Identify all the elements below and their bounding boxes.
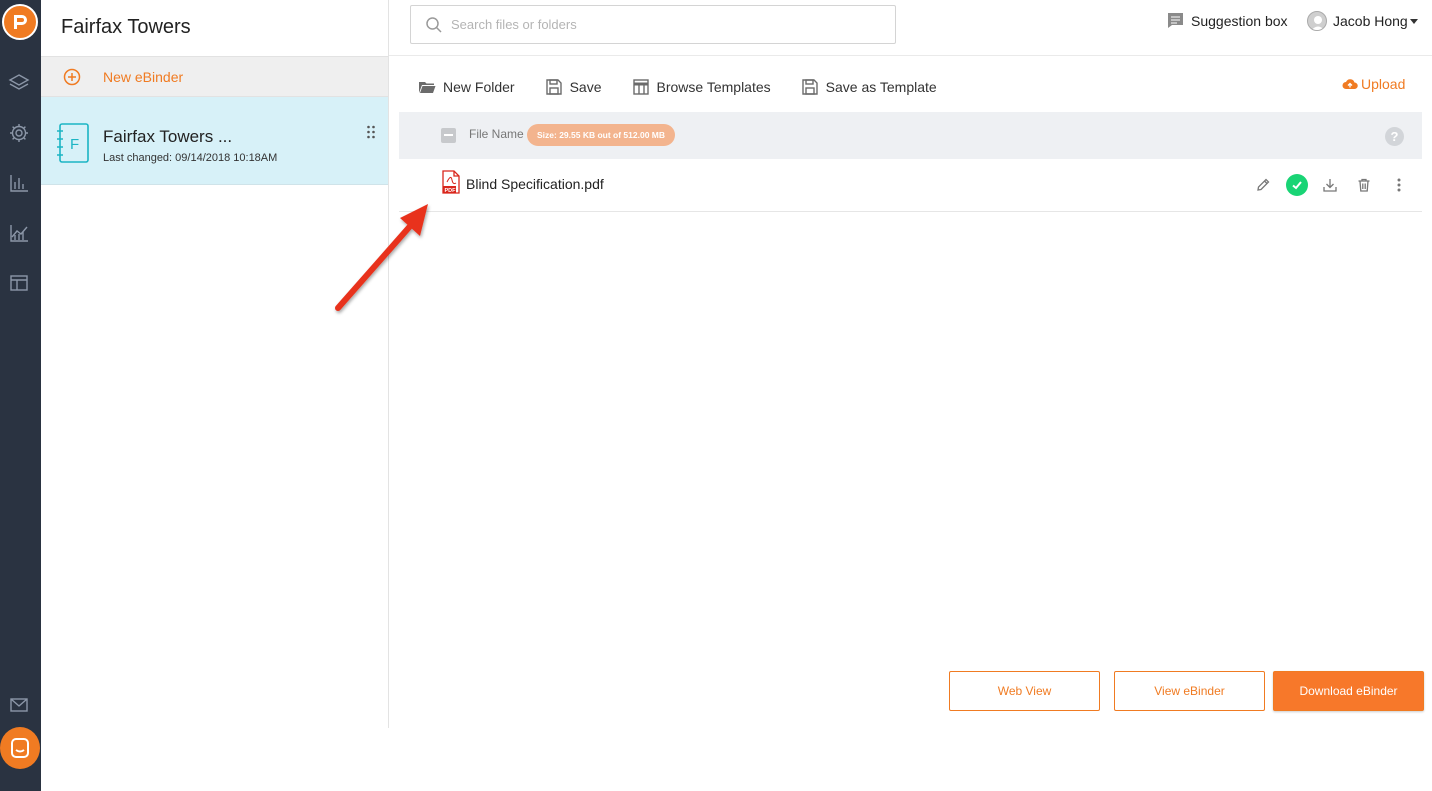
bar-chart-icon[interactable] <box>8 172 30 194</box>
binder-item-selected[interactable]: F Fairfax Towers ... Last changed: 09/14… <box>41 97 388 185</box>
pdf-icon: PDF <box>442 170 460 194</box>
area-chart-icon[interactable] <box>8 222 30 244</box>
gear-icon[interactable] <box>8 122 30 144</box>
chat-icon[interactable] <box>0 727 40 769</box>
search-box <box>410 5 896 44</box>
chevron-down-icon <box>1409 18 1418 24</box>
floppy-icon <box>801 79 818 95</box>
trash-icon[interactable] <box>1354 175 1374 195</box>
toolbar: New Folder Save Browse Templates Save as… <box>418 76 967 98</box>
search-icon <box>426 16 442 33</box>
layers-icon[interactable] <box>8 72 30 94</box>
check-icon[interactable] <box>1286 174 1308 196</box>
folder-open-icon <box>419 82 436 93</box>
browse-templates-button[interactable]: Browse Templates <box>632 78 771 96</box>
binder-last-changed: Last changed: 09/14/2018 10:18AM <box>103 152 278 164</box>
user-menu[interactable]: Jacob Hong <box>1307 11 1418 31</box>
drag-handle-icon[interactable] <box>366 125 376 139</box>
download-ebinder-button[interactable]: Download eBinder <box>1273 671 1424 711</box>
pdf-icon-label: PDF <box>445 188 457 194</box>
new-ebinder-label: New eBinder <box>103 68 184 85</box>
more-vertical-icon[interactable] <box>1389 175 1409 195</box>
user-name: Jacob Hong <box>1333 13 1408 29</box>
suggestion-box-label: Suggestion box <box>1191 12 1288 29</box>
search-input[interactable] <box>451 17 871 32</box>
view-ebinder-button[interactable]: View eBinder <box>1114 671 1265 711</box>
project-title: Fairfax Towers <box>61 16 191 38</box>
browse-templates-label: Browse Templates <box>656 79 771 95</box>
save-as-template-label: Save as Template <box>825 79 937 95</box>
download-icon[interactable] <box>1320 175 1340 195</box>
select-all-checkbox[interactable] <box>441 128 456 143</box>
app-window: Fairfax Towers New eBinder F Fairfax Tow… <box>0 0 1432 791</box>
column-file-name[interactable]: File Name <box>469 127 524 141</box>
mail-icon[interactable] <box>8 694 30 716</box>
save-as-template-button[interactable]: Save as Template <box>801 78 937 96</box>
web-view-button[interactable]: Web View <box>949 671 1100 711</box>
save-button[interactable]: Save <box>545 78 602 96</box>
file-name[interactable]: Blind Specification.pdf <box>466 176 604 192</box>
comment-icon <box>1168 13 1183 28</box>
new-folder-label: New Folder <box>443 79 515 95</box>
new-folder-button[interactable]: New Folder <box>418 78 515 96</box>
storage-size-badge: Size: 29.55 KB out of 512.00 MB <box>527 124 676 146</box>
plus-circle-icon <box>63 68 81 85</box>
table-row[interactable]: PDF Blind Specification.pdf <box>399 160 1422 212</box>
binder-icon-letter: F <box>70 136 79 153</box>
annotation-arrow <box>335 204 428 311</box>
upload-label: Upload <box>1361 76 1406 92</box>
nav-rail <box>0 0 41 791</box>
upload-button[interactable]: Upload <box>1342 76 1405 92</box>
layout-icon[interactable] <box>8 272 30 294</box>
suggestion-box-link[interactable]: Suggestion box <box>1166 11 1288 30</box>
new-ebinder-button[interactable]: New eBinder <box>41 56 388 97</box>
binder-name: Fairfax Towers ... <box>103 127 233 146</box>
file-table-header: File Name Size: 29.55 KB out of 512.00 M… <box>399 112 1422 159</box>
cloud-upload-icon <box>1342 79 1358 89</box>
logo-icon[interactable] <box>2 4 38 40</box>
help-icon[interactable]: ? <box>1385 127 1404 146</box>
pencil-icon[interactable] <box>1253 175 1273 195</box>
binder-panel: Fairfax Towers New eBinder F Fairfax Tow… <box>41 0 389 728</box>
floppy-icon <box>545 79 562 95</box>
binder-icon: F <box>57 123 89 163</box>
save-label: Save <box>569 79 602 95</box>
template-icon <box>632 79 649 95</box>
header-divider <box>389 55 1432 56</box>
avatar-icon <box>1307 11 1327 31</box>
